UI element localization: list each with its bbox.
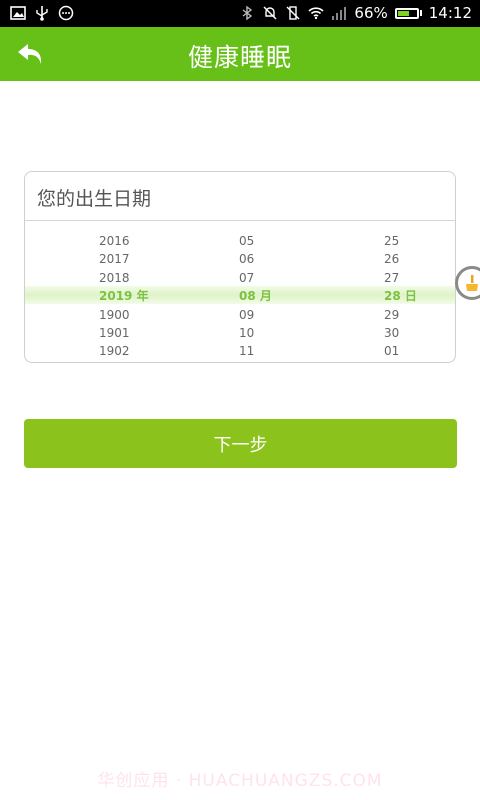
usb-icon <box>36 6 48 21</box>
signal-icon <box>332 7 347 20</box>
day-option[interactable]: 26 <box>384 250 455 268</box>
battery-percent: 66% <box>354 4 388 22</box>
status-bar: 66% 14:12 <box>0 0 480 27</box>
next-step-button[interactable]: 下一步 <box>24 419 457 468</box>
chat-icon <box>58 5 74 21</box>
image-icon <box>10 6 26 20</box>
year-option[interactable]: 2016 <box>99 232 179 250</box>
wifi-icon <box>308 7 324 20</box>
year-option[interactable]: 2017 <box>99 250 179 268</box>
year-option[interactable]: 1902 <box>99 342 179 360</box>
card-divider <box>25 220 455 221</box>
bluetooth-icon <box>243 5 253 21</box>
day-option[interactable]: 27 <box>384 269 455 287</box>
month-picker[interactable]: 05 06 07 08 月 09 10 11 <box>239 232 319 361</box>
month-option[interactable]: 11 <box>239 342 319 360</box>
broom-icon <box>466 275 478 291</box>
watermark-text: 华创应用 · HUACHUANGZS.COM <box>97 771 383 791</box>
year-option-selected[interactable]: 2019 年 <box>99 287 179 305</box>
app-header: 健康睡眠 <box>0 27 480 81</box>
birth-date-title: 您的出生日期 <box>37 188 152 210</box>
day-option-selected[interactable]: 28 日 <box>384 287 455 305</box>
clock: 14:12 <box>428 4 472 22</box>
status-left-icons <box>10 5 74 21</box>
year-option[interactable]: 1901 <box>99 324 179 342</box>
year-picker[interactable]: 2016 2017 2018 2019 年 1900 1901 1902 <box>99 232 179 361</box>
year-option[interactable]: 2018 <box>99 269 179 287</box>
day-option[interactable]: 30 <box>384 324 455 342</box>
day-option[interactable]: 29 <box>384 306 455 324</box>
month-option[interactable]: 09 <box>239 306 319 324</box>
page-title: 健康睡眠 <box>187 43 292 72</box>
mute-icon <box>263 6 277 20</box>
month-option[interactable]: 10 <box>239 324 319 342</box>
month-option[interactable]: 05 <box>239 232 319 250</box>
month-option[interactable]: 07 <box>239 269 319 287</box>
day-option[interactable]: 25 <box>384 232 455 250</box>
floating-assist-button[interactable] <box>455 266 480 300</box>
day-option[interactable]: 01 <box>384 342 455 360</box>
day-picker[interactable]: 25 26 27 28 日 29 30 01 <box>384 232 455 361</box>
vibrate-off-icon <box>286 6 300 20</box>
year-option[interactable]: 1900 <box>99 306 179 324</box>
birth-date-card: 您的出生日期 2016 2017 2018 2019 年 1900 1901 1… <box>24 171 456 363</box>
status-right-icons: 66% 14:12 <box>239 4 472 22</box>
month-option[interactable]: 06 <box>239 250 319 268</box>
month-option-selected[interactable]: 08 月 <box>239 287 319 305</box>
battery-icon <box>394 7 422 19</box>
